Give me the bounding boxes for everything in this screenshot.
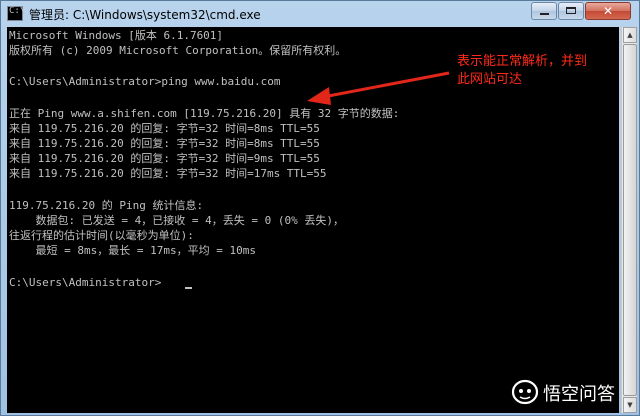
annotation-text-line-1: 表示能正常解析，并到 bbox=[457, 54, 588, 69]
annotation-text-line-2: 此网站可达 bbox=[457, 72, 523, 87]
wukong-logo-icon bbox=[511, 379, 539, 405]
watermark-text: 悟空问答 bbox=[543, 384, 615, 405]
cmd-window: C:\ 管理员: C:\Windows\system32\cmd.exe ✕ M… bbox=[0, 0, 640, 416]
